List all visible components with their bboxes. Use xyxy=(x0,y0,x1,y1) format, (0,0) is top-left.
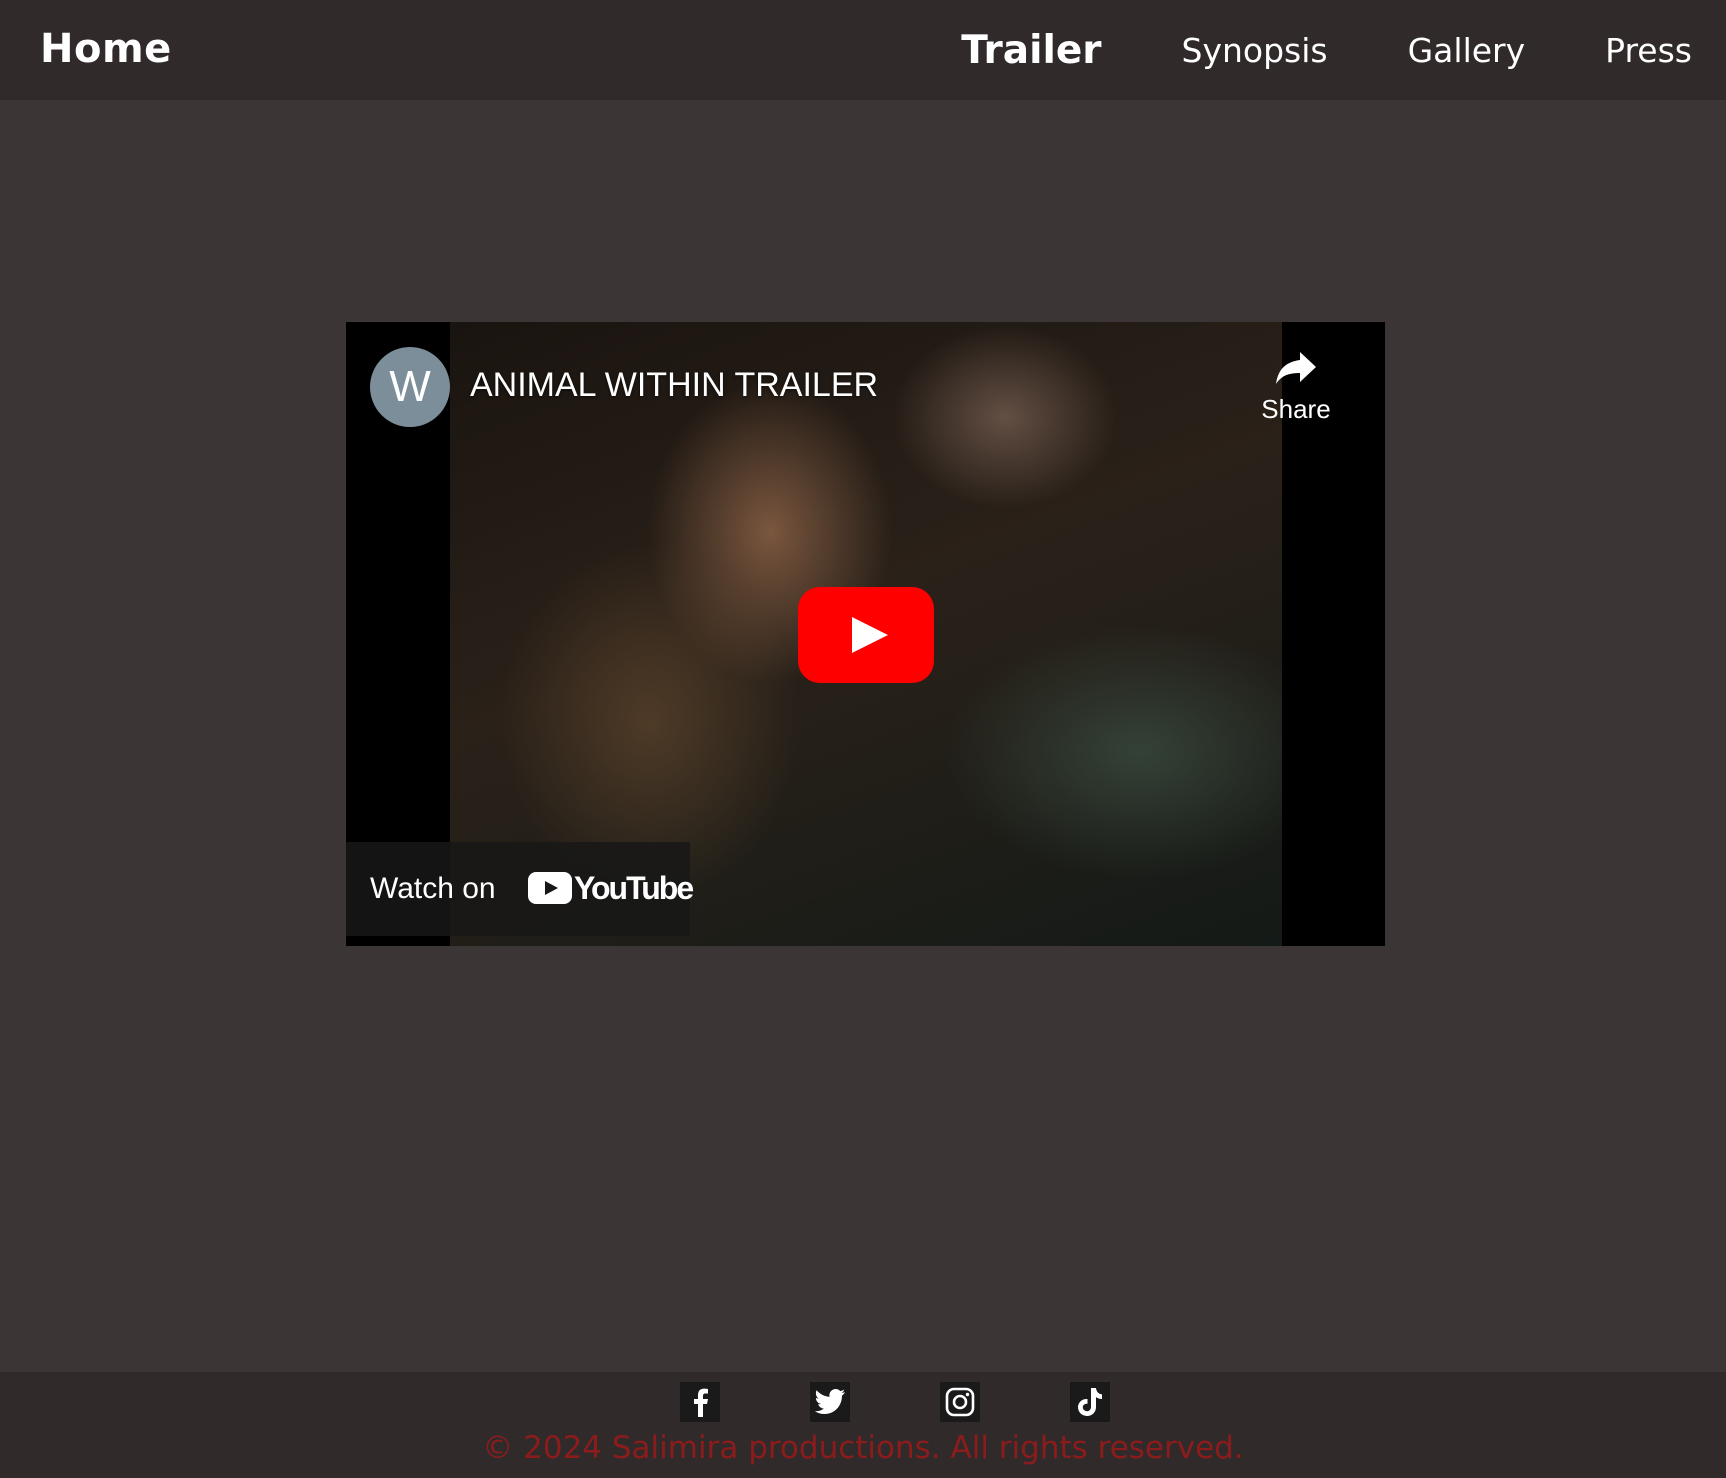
instagram-icon xyxy=(945,1387,975,1417)
channel-avatar[interactable]: W xyxy=(370,347,450,427)
home-link[interactable]: Home xyxy=(40,26,172,72)
facebook-icon xyxy=(694,1388,708,1417)
share-icon xyxy=(1276,352,1316,384)
share-label: Share xyxy=(1261,394,1331,424)
twitter-icon xyxy=(814,1389,845,1414)
copyright-text: © 2024 Salimira productions. All rights … xyxy=(482,1430,1244,1466)
instagram-link[interactable] xyxy=(940,1382,980,1422)
nav-gallery[interactable]: Gallery xyxy=(1408,31,1526,70)
play-button[interactable] xyxy=(798,587,934,683)
video-title[interactable]: ANIMAL WITHIN TRAILER xyxy=(470,366,878,405)
site-header: Home Trailer Synopsis Gallery Press xyxy=(0,0,1726,100)
site-footer: © 2024 Salimira productions. All rights … xyxy=(0,1372,1726,1478)
youtube-icon xyxy=(528,872,572,904)
nav-press[interactable]: Press xyxy=(1605,31,1692,70)
share-button[interactable]: Share xyxy=(1246,350,1346,425)
channel-initial: W xyxy=(389,362,431,411)
nav-synopsis[interactable]: Synopsis xyxy=(1182,31,1328,70)
watch-on-label: Watch on xyxy=(370,872,496,905)
nav-trailer[interactable]: Trailer xyxy=(961,28,1101,73)
play-icon xyxy=(852,617,888,653)
social-links xyxy=(680,1382,1110,1424)
watch-on-youtube-button[interactable]: Watch on YouTube xyxy=(346,842,694,936)
video-embed[interactable]: W ANIMAL WITHIN TRAILER Share Watch on Y… xyxy=(346,322,1385,946)
youtube-wordmark: YouTube xyxy=(574,870,694,906)
tiktok-icon xyxy=(1078,1388,1102,1416)
main-nav: Trailer Synopsis Gallery Press xyxy=(881,0,1692,100)
twitter-link[interactable] xyxy=(810,1382,850,1422)
facebook-link[interactable] xyxy=(680,1382,720,1422)
tiktok-link[interactable] xyxy=(1070,1382,1110,1422)
